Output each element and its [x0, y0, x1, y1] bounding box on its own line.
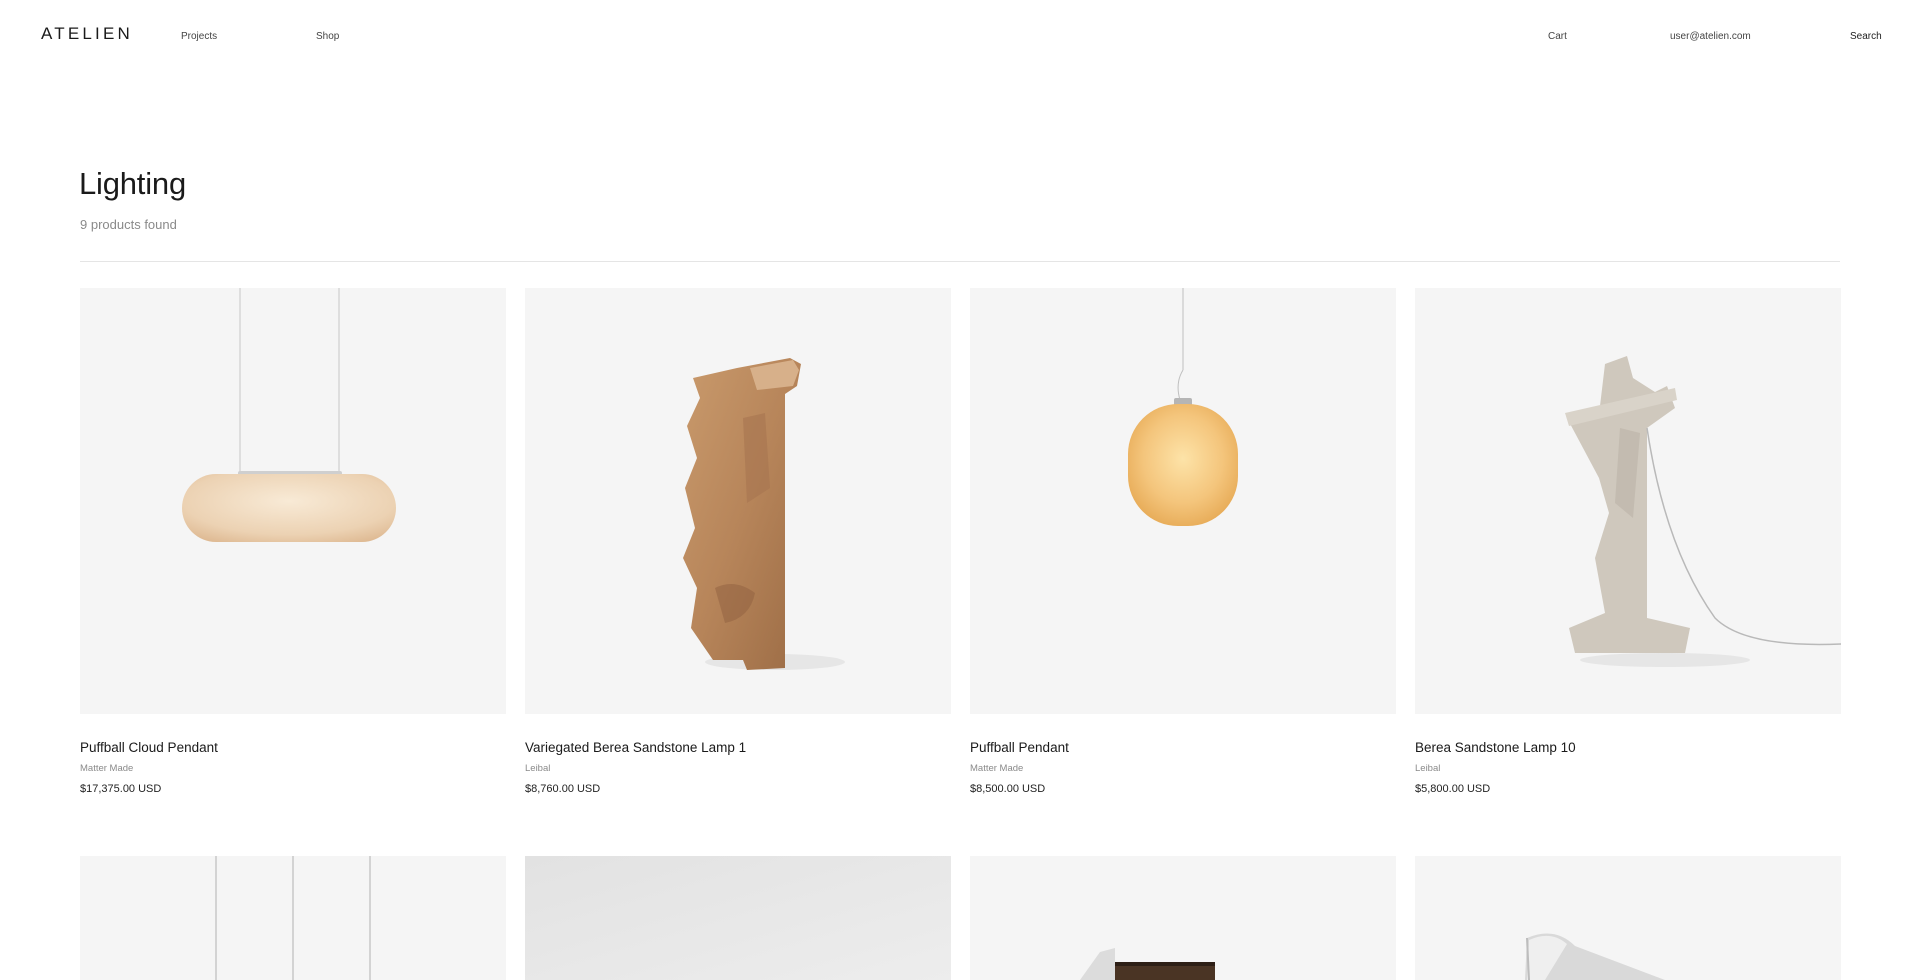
product-price: $17,375.00 USD — [80, 783, 162, 795]
product-card[interactable] — [970, 856, 1396, 980]
search-link[interactable]: Search — [1850, 31, 1882, 42]
page: ATELIEN Projects Shop Cart user@atelien.… — [0, 0, 1920, 980]
product-name[interactable]: Variegated Berea Sandstone Lamp 1 — [525, 740, 746, 755]
divider — [80, 261, 1840, 262]
product-card[interactable]: Puffball Pendant Matter Made $8,500.00 U… — [970, 288, 1396, 795]
product-card[interactable] — [525, 856, 951, 980]
product-image[interactable] — [525, 288, 951, 714]
product-card[interactable] — [1415, 856, 1841, 980]
site-logo[interactable]: ATELIEN — [41, 24, 133, 44]
product-image[interactable] — [80, 288, 506, 714]
product-image[interactable] — [1415, 288, 1841, 714]
product-image[interactable] — [970, 288, 1396, 714]
product-image[interactable] — [80, 856, 506, 980]
product-price: $8,500.00 USD — [970, 783, 1046, 795]
product-image[interactable] — [525, 856, 951, 980]
product-card[interactable] — [80, 856, 506, 980]
product-card[interactable]: Puffball Cloud Pendant Matter Made $17,3… — [80, 288, 506, 795]
product-brand: Leibal — [525, 763, 551, 774]
cart-link[interactable]: Cart — [1548, 31, 1567, 42]
product-image[interactable] — [1415, 856, 1841, 980]
product-name[interactable]: Berea Sandstone Lamp 10 — [1415, 740, 1576, 755]
product-price: $5,800.00 USD — [1415, 783, 1491, 795]
product-price: $8,760.00 USD — [525, 783, 601, 795]
product-card[interactable]: Variegated Berea Sandstone Lamp 1 Leibal… — [525, 288, 951, 795]
product-name[interactable]: Puffball Pendant — [970, 740, 1069, 755]
results-count: 9 products found — [80, 217, 177, 232]
product-brand: Matter Made — [970, 763, 1024, 774]
user-account-link[interactable]: user@atelien.com — [1670, 31, 1751, 42]
nav-link-projects[interactable]: Projects — [181, 31, 217, 42]
product-brand: Leibal — [1415, 763, 1441, 774]
product-image[interactable] — [970, 856, 1396, 980]
product-brand: Matter Made — [80, 763, 134, 774]
product-name[interactable]: Puffball Cloud Pendant — [80, 740, 218, 755]
nav-link-shop[interactable]: Shop — [316, 31, 339, 42]
product-card[interactable]: Berea Sandstone Lamp 10 Leibal $5,800.00… — [1415, 288, 1841, 795]
page-title: Lighting — [79, 166, 186, 201]
